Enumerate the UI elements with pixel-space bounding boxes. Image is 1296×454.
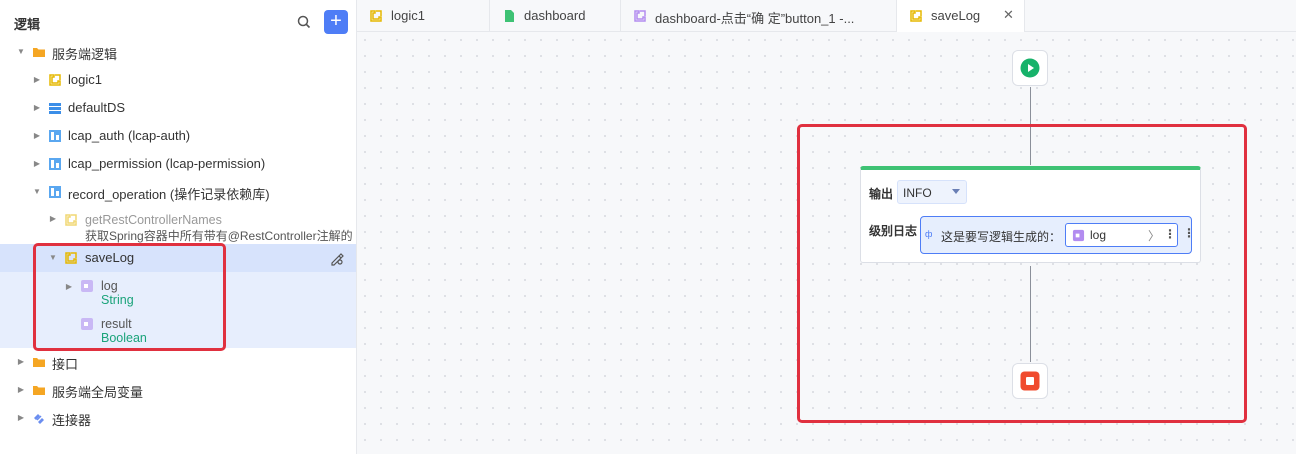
tree-item-label: 服务端逻辑 [52, 47, 118, 62]
folder-icon [33, 386, 45, 395]
collapsed-arrow-icon[interactable]: ▶ [32, 131, 42, 141]
collapsed-arrow-icon[interactable]: ▶ [16, 385, 26, 395]
tab-logic1[interactable]: logic1 [357, 0, 490, 32]
tree-item-server-logic[interactable]: ▼ 服务端逻辑 [0, 38, 356, 66]
expanded-arrow-icon[interactable]: ▼ [32, 187, 42, 197]
collapsed-arrow-icon[interactable]: ▶ [32, 103, 42, 113]
tree-item-getrestcontrollernames[interactable]: ▶ getRestControllerNames 获取Spring容器中所有带有… [0, 206, 356, 244]
folder-icon [33, 358, 45, 367]
editor-tabs: logic1 dashboard dashboard-点击“确 定”button… [357, 0, 1296, 32]
tree-item-record-operation[interactable]: ▼ record_operation (操作记录依赖库) [0, 178, 356, 206]
start-node[interactable] [1012, 50, 1048, 86]
debug-icon[interactable] [329, 250, 345, 266]
tab-dashboard[interactable]: dashboard [490, 0, 621, 32]
database-icon [49, 103, 61, 114]
tree-item-label: defaultDS [68, 100, 126, 115]
tree-item-label: lcap_permission (lcap-permission) [68, 156, 266, 171]
tab-label: saveLog [931, 8, 981, 23]
logic-canvas[interactable]: 输出 INFO 级别日志 ф 这是要写逻辑生成的： log 〉 ⋮ ⋮ [357, 32, 1296, 454]
tree-item-connector[interactable]: ▶ 连接器 [0, 404, 356, 432]
tree-item-interface[interactable]: ▶ 接口 [0, 348, 356, 376]
tab-label: dashboard-点击“确 定”button_1 -... [655, 11, 855, 26]
tab-label: logic1 [391, 8, 425, 23]
highlight-box [797, 124, 1247, 423]
logic-icon [65, 214, 77, 226]
tree-item-label: 服务端全局变量 [52, 385, 144, 400]
tree-item-description: 获取Spring容器中所有带有@RestController注解的 [85, 229, 353, 243]
tree-item-label: lcap_auth (lcap-auth) [68, 128, 191, 143]
tree-item-defaultds[interactable]: ▶ defaultDS [0, 94, 356, 122]
tree-item-label: logic1 [68, 72, 102, 87]
collapsed-arrow-icon[interactable]: ▶ [48, 214, 58, 224]
tree-item-label: 接口 [52, 357, 79, 372]
sidebar-title: 逻辑 [14, 17, 41, 32]
tab-savelog[interactable]: saveLog ✕ [897, 0, 1025, 32]
dependency-icon [49, 158, 61, 170]
folder-icon [33, 48, 45, 57]
add-logic-button[interactable]: + [324, 10, 348, 34]
tree-item-lcap-permission[interactable]: ▶ lcap_permission (lcap-permission) [0, 150, 356, 178]
play-icon [1020, 58, 1040, 78]
logic-icon [49, 74, 61, 86]
collapsed-arrow-icon[interactable]: ▶ [16, 357, 26, 367]
page-icon [505, 10, 514, 22]
tree-item-logic1[interactable]: ▶ logic1 [0, 66, 356, 94]
logic-sidebar: 逻辑 + ▼ 服务端逻辑 ▶ logic1 ▶ defaultDS ▶ lcap… [0, 0, 357, 454]
event-logic-icon [634, 10, 646, 22]
logic-icon [370, 10, 382, 22]
search-icon[interactable] [296, 14, 312, 30]
close-tab-icon[interactable]: ✕ [1003, 7, 1014, 23]
tree-item-server-globals[interactable]: ▶ 服务端全局变量 [0, 376, 356, 404]
tab-label: dashboard [524, 8, 586, 23]
tree-item-lcap-auth[interactable]: ▶ lcap_auth (lcap-auth) [0, 122, 356, 150]
logic-icon [910, 10, 922, 22]
collapsed-arrow-icon[interactable]: ▶ [32, 159, 42, 169]
collapsed-arrow-icon[interactable]: ▶ [32, 75, 42, 85]
tab-dashboard-event[interactable]: dashboard-点击“确 定”button_1 -... [621, 0, 897, 32]
dependency-icon [49, 130, 61, 142]
tree-item-label: 连接器 [52, 413, 92, 428]
expanded-arrow-icon[interactable]: ▼ [16, 47, 26, 57]
tree-item-label: getRestControllerNames [85, 213, 222, 227]
dependency-icon [49, 186, 61, 198]
connector-icon [34, 414, 44, 424]
collapsed-arrow-icon[interactable]: ▶ [16, 413, 26, 423]
tree-item-label: record_operation (操作记录依赖库) [68, 187, 270, 202]
highlight-box [33, 243, 226, 351]
